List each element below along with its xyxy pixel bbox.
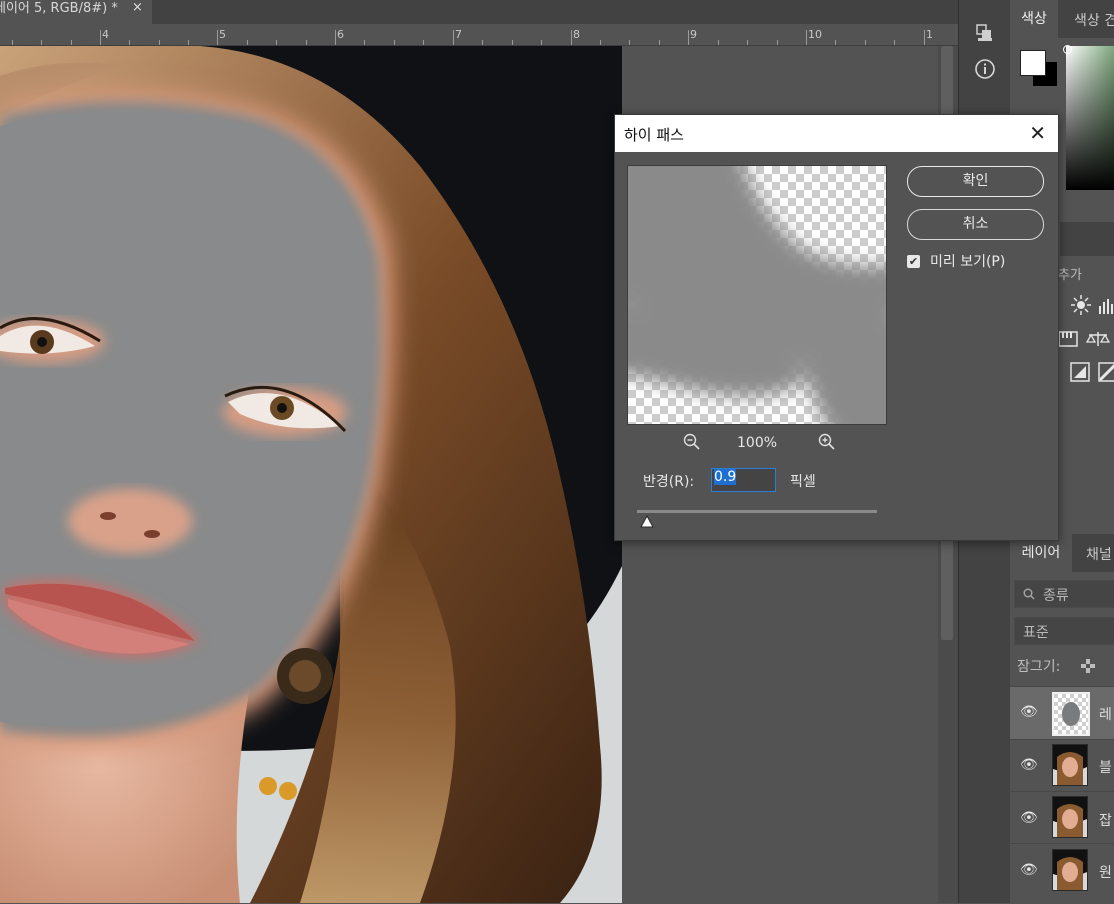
ruler-tick xyxy=(688,30,689,45)
layer-kind-filter[interactable]: 종류 xyxy=(1014,580,1114,608)
close-icon[interactable]: ✕ xyxy=(1029,121,1046,145)
libraries-icon[interactable] xyxy=(974,22,996,44)
search-icon xyxy=(1023,588,1035,600)
levels-icon[interactable] xyxy=(1098,296,1114,314)
ruler-tick xyxy=(571,30,572,45)
filter-preview[interactable] xyxy=(627,165,887,425)
exposure-icon[interactable] xyxy=(1058,330,1078,348)
foreground-color-swatch[interactable] xyxy=(1020,50,1046,76)
tab-swatches[interactable]: 색상 견 xyxy=(1074,10,1114,30)
ruler-tick xyxy=(453,30,454,45)
horizontal-ruler[interactable]: 4 5 6 7 8 9 10 1 xyxy=(0,24,958,46)
layer-name: 원 xyxy=(1099,865,1112,881)
portrait-photo xyxy=(0,46,622,903)
visibility-eye-icon[interactable]: 👁 xyxy=(1020,704,1038,720)
gradient-map-icon[interactable] xyxy=(1098,362,1114,382)
lock-transparency-icon[interactable] xyxy=(1081,659,1095,673)
preview-checkbox-label[interactable]: 미리 보기(P) xyxy=(930,251,1005,271)
layer-name: 블 xyxy=(1099,760,1112,776)
color-panel-tabs: 색상 색상 견 xyxy=(1010,0,1114,38)
layer-thumbnail xyxy=(1052,796,1088,838)
layer-thumbnail xyxy=(1052,744,1088,786)
radius-value: 0.9 xyxy=(714,469,737,485)
layer-thumbnail xyxy=(1052,692,1090,736)
tab-color[interactable]: 색상 xyxy=(1010,0,1058,38)
ruler-tick xyxy=(100,30,101,45)
document-tab[interactable]: 레이어 5, RGB/8#) * × xyxy=(0,0,152,24)
color-picker-marker[interactable] xyxy=(1063,45,1072,54)
ruler-label: 10 xyxy=(808,28,822,41)
adjustments-tab[interactable] xyxy=(1060,222,1114,256)
ruler-tick xyxy=(924,30,925,45)
ruler-tick xyxy=(806,30,807,45)
dialog-title: 하이 패스 xyxy=(624,126,684,144)
radius-slider-track[interactable] xyxy=(637,510,877,513)
document-tab-title: 레이어 5, RGB/8#) * xyxy=(0,1,118,16)
adjustments-add-label: 추가 xyxy=(1058,268,1082,283)
zoom-level: 100% xyxy=(737,435,778,451)
ruler-tick xyxy=(217,30,218,45)
color-picker-field[interactable] xyxy=(1066,46,1114,190)
blend-mode-select[interactable]: 표준 xyxy=(1014,617,1114,645)
radius-unit: 픽셀 xyxy=(790,474,816,490)
visibility-eye-icon[interactable]: 👁 xyxy=(1020,862,1038,878)
preview-checkbox[interactable]: ✔ xyxy=(907,255,920,268)
zoom-in-icon[interactable] xyxy=(818,433,836,451)
layer-name: 잡 xyxy=(1099,813,1112,829)
document-canvas[interactable] xyxy=(0,46,622,903)
photo-filter-icon[interactable] xyxy=(1070,362,1090,382)
ok-button[interactable]: 확인 xyxy=(907,166,1044,197)
ruler-tick xyxy=(335,30,336,45)
layer-thumbnail xyxy=(1052,849,1088,891)
layer-kind-filter-label: 종류 xyxy=(1043,588,1069,604)
radius-label: 반경(R): xyxy=(643,474,695,490)
color-balance-icon[interactable] xyxy=(1086,330,1110,348)
ruler-label: 9 xyxy=(690,28,697,41)
cancel-button[interactable]: 취소 xyxy=(907,209,1044,240)
dialog-title-bar[interactable]: 하이 패스 ✕ xyxy=(615,115,1058,152)
layer-name: 레 xyxy=(1099,707,1112,723)
close-tab-icon[interactable]: × xyxy=(132,0,143,16)
ruler-label: 8 xyxy=(573,28,580,41)
tab-channels[interactable]: 채널 xyxy=(1086,544,1112,564)
visibility-eye-icon[interactable]: 👁 xyxy=(1020,757,1038,773)
blend-mode-value: 표준 xyxy=(1023,625,1049,641)
ruler-label: 6 xyxy=(337,28,344,41)
ruler-label: 7 xyxy=(455,28,462,41)
high-pass-dialog: 하이 패스 ✕ 확인 취소 ✔ 미리 보기(P) 100% 반경(R): 0.9… xyxy=(614,114,1059,541)
lock-label: 잠그기: xyxy=(1017,659,1061,675)
radius-input[interactable]: 0.9 xyxy=(711,468,776,492)
ruler-label: 5 xyxy=(219,28,226,41)
brightness-icon[interactable] xyxy=(1070,294,1092,316)
visibility-eye-icon[interactable]: 👁 xyxy=(1020,810,1038,826)
zoom-out-icon[interactable] xyxy=(683,433,701,451)
ruler-label: 1 xyxy=(926,28,933,41)
info-icon[interactable] xyxy=(974,58,996,80)
preview-image xyxy=(628,166,886,424)
ruler-label: 4 xyxy=(102,28,109,41)
radius-slider-handle[interactable] xyxy=(640,515,654,529)
